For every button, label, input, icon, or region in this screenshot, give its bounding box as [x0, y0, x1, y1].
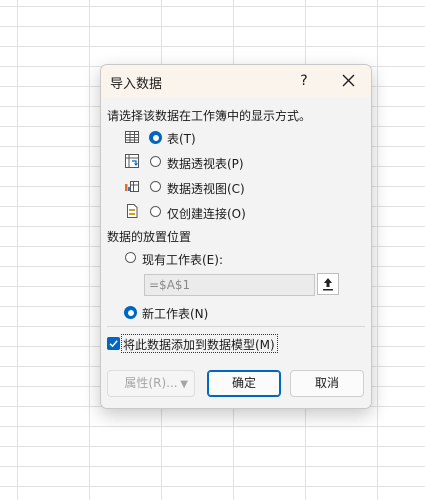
table-icon	[125, 131, 139, 143]
view-option-radio-pivot-table[interactable]	[150, 156, 161, 167]
data-model-label[interactable]: 将此数据添加到数据模型(M)	[123, 336, 275, 353]
properties-button-label: 属性(R)...	[124, 376, 178, 390]
title-bar: 导入数据 ?	[101, 65, 371, 97]
close-icon	[342, 74, 354, 87]
data-model-checkbox[interactable]	[107, 337, 120, 350]
placement-heading: 数据的放置位置	[107, 230, 192, 244]
view-option-label-table[interactable]: 表(T)	[167, 130, 196, 147]
ok-button-label: 确定	[231, 376, 256, 390]
close-button[interactable]	[336, 69, 360, 93]
arrow-up-icon	[323, 278, 333, 291]
view-option-label-connection-only[interactable]: 仅创建连接(O)	[167, 205, 246, 222]
existing-sheet-label[interactable]: 现有工作表(E):	[142, 251, 223, 268]
view-option-radio-pivot-chart[interactable]	[150, 181, 161, 192]
cancel-button[interactable]: 取消	[290, 370, 364, 397]
divider	[107, 326, 365, 327]
existing-sheet-radio[interactable]	[125, 252, 136, 263]
new-sheet-label[interactable]: 新工作表(N)	[142, 305, 208, 322]
range-select-button[interactable]	[317, 273, 339, 295]
help-button[interactable]: ?	[296, 71, 312, 91]
view-option-label-pivot-chart[interactable]: 数据透视图(C)	[167, 180, 245, 197]
new-sheet-radio[interactable]	[124, 306, 137, 319]
dialog-title: 导入数据	[110, 77, 163, 92]
pivot-table-icon	[125, 154, 139, 168]
view-option-radio-connection-only[interactable]	[150, 206, 161, 217]
import-data-dialog: 导入数据 ? 请选择该数据在工作簿中的显示方式。 表(T) 数据透视表(P) 数…	[100, 64, 372, 409]
checkmark-icon	[109, 340, 118, 348]
pivot-chart-icon	[125, 181, 139, 192]
display-prompt: 请选择该数据在工作簿中的显示方式。	[107, 109, 312, 123]
connection-only-icon	[127, 204, 138, 218]
cancel-button-label: 取消	[314, 376, 339, 390]
cell-reference-input[interactable]: =$A$1	[144, 274, 315, 296]
properties-button[interactable]: 属性(R)... ▼	[107, 370, 195, 397]
ok-button[interactable]: 确定	[207, 370, 281, 397]
dropdown-arrow-icon: ▼	[180, 379, 188, 390]
view-option-radio-table[interactable]	[149, 131, 162, 144]
view-option-label-pivot-table[interactable]: 数据透视表(P)	[167, 155, 244, 172]
